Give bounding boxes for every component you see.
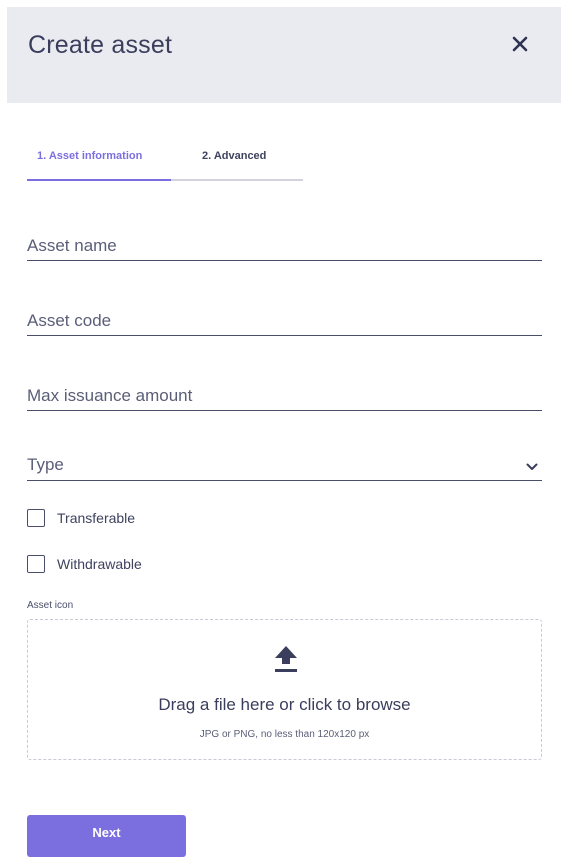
withdrawable-checkbox[interactable] [27, 555, 45, 573]
dropzone-title: Drag a file here or click to browse [158, 695, 411, 714]
type-select-label: Type [27, 455, 64, 474]
file-dropzone[interactable]: Drag a file here or click to browse JPG … [27, 619, 542, 760]
next-button[interactable]: Next [27, 815, 186, 857]
transferable-checkbox[interactable] [27, 509, 45, 527]
asset-code-field [27, 299, 542, 336]
active-tab-indicator [27, 179, 171, 181]
dropzone-hint: JPG or PNG, no less than 120x120 px [199, 729, 370, 740]
asset-code-input[interactable] [27, 311, 517, 331]
max-issuance-input[interactable] [27, 386, 517, 406]
close-icon [512, 36, 528, 52]
transferable-checkbox-row[interactable]: Transferable [27, 508, 135, 528]
tab-asset-information[interactable]: 1. Asset information [37, 150, 142, 162]
dialog-header: Create asset [7, 7, 561, 103]
dialog-title: Create asset [28, 31, 173, 59]
upload-icon [275, 646, 297, 672]
tab-advanced[interactable]: 2. Advanced [202, 150, 266, 162]
withdrawable-label: Withdrawable [57, 556, 142, 572]
asset-name-field [27, 224, 542, 261]
tab-bar: 1. Asset information 2. Advanced [27, 138, 303, 181]
type-select[interactable]: Type [27, 444, 542, 481]
close-button[interactable] [505, 29, 535, 59]
asset-name-input[interactable] [27, 236, 517, 256]
chevron-down-icon [526, 463, 538, 470]
withdrawable-checkbox-row[interactable]: Withdrawable [27, 554, 142, 574]
asset-icon-label: Asset icon [27, 600, 74, 611]
transferable-label: Transferable [57, 510, 136, 526]
max-issuance-field [27, 374, 542, 411]
